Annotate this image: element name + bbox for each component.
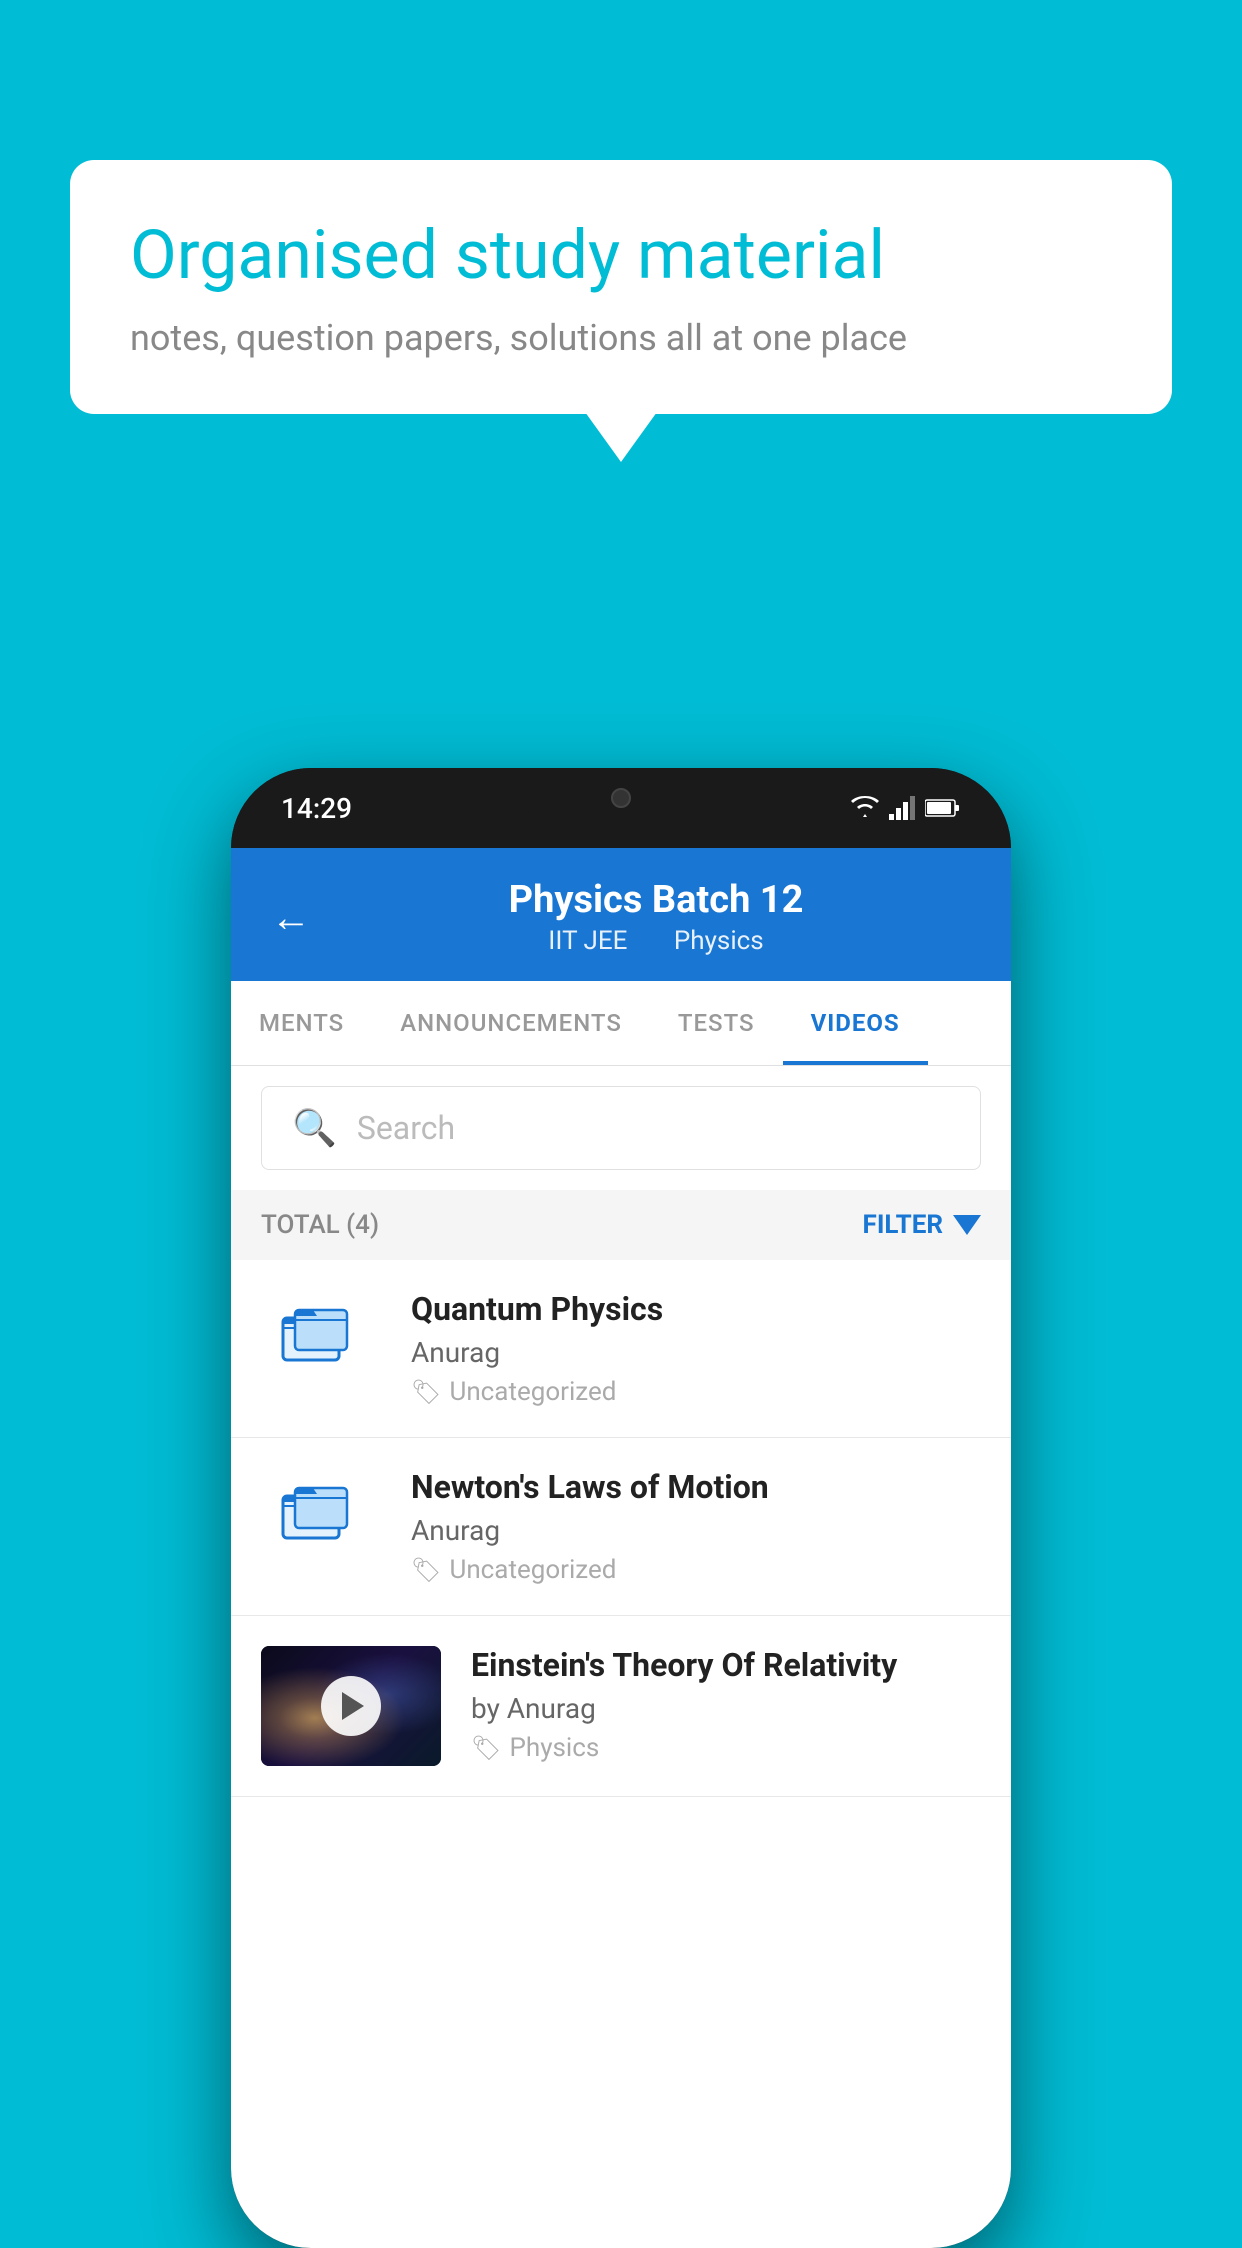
- header-subtitle: IIT JEE Physics: [341, 926, 971, 956]
- filter-bar: TOTAL (4) FILTER: [231, 1190, 1011, 1260]
- play-button-icon[interactable]: [321, 1676, 381, 1736]
- phone-container: 14:29: [231, 768, 1011, 2248]
- back-button[interactable]: ←: [271, 894, 311, 941]
- play-triangle: [342, 1692, 364, 1720]
- filter-funnel-icon: [953, 1215, 981, 1235]
- tag-icon: 🏷: [471, 1734, 501, 1762]
- speech-bubble: Organised study material notes, question…: [70, 160, 1172, 414]
- battery-icon: [925, 798, 961, 818]
- video-item-info: Quantum Physics Anurag 🏷 Uncategorized: [411, 1290, 981, 1407]
- status-icons: [849, 796, 961, 820]
- video-thumbnail-einstein: [261, 1646, 441, 1766]
- tab-ments[interactable]: MENTS: [231, 981, 372, 1065]
- front-camera: [611, 788, 631, 808]
- folder-icon-newton: [261, 1468, 381, 1558]
- search-icon: 🔍: [292, 1107, 337, 1149]
- video-title: Quantum Physics: [411, 1290, 981, 1328]
- bubble-subtitle: notes, question papers, solutions all at…: [130, 317, 1112, 359]
- filter-button[interactable]: FILTER: [863, 1210, 981, 1240]
- video-tag: 🏷 Physics: [471, 1733, 981, 1763]
- header-subtitle-part1: IIT JEE: [548, 926, 627, 956]
- tab-tests[interactable]: TESTS: [650, 981, 783, 1065]
- bubble-title: Organised study material: [130, 215, 1112, 297]
- total-count: TOTAL (4): [261, 1210, 379, 1240]
- tab-announcements[interactable]: ANNOUNCEMENTS: [372, 981, 650, 1065]
- search-bar[interactable]: 🔍 Search: [261, 1086, 981, 1170]
- status-bar: 14:29: [231, 768, 1011, 848]
- list-item[interactable]: Newton's Laws of Motion Anurag 🏷 Uncateg…: [231, 1438, 1011, 1616]
- video-author: Anurag: [411, 1336, 981, 1369]
- video-author: Anurag: [411, 1514, 981, 1547]
- video-author: by Anurag: [471, 1692, 981, 1725]
- notch: [521, 768, 721, 828]
- video-tag: 🏷 Uncategorized: [411, 1377, 981, 1407]
- video-title: Einstein's Theory Of Relativity: [471, 1646, 981, 1684]
- speech-bubble-container: Organised study material notes, question…: [70, 160, 1172, 414]
- search-placeholder: Search: [357, 1109, 455, 1147]
- wifi-icon: [849, 796, 881, 820]
- signal-icon: [889, 796, 917, 820]
- video-item-info: Newton's Laws of Motion Anurag 🏷 Uncateg…: [411, 1468, 981, 1585]
- folder-icon-quantum: [261, 1290, 381, 1380]
- tag-icon: 🏷: [411, 1556, 441, 1584]
- video-tag: 🏷 Uncategorized: [411, 1555, 981, 1585]
- header-title-section: Physics Batch 12 IIT JEE Physics: [341, 878, 971, 956]
- phone-frame: 14:29: [231, 768, 1011, 2248]
- video-list: Quantum Physics Anurag 🏷 Uncategorized: [231, 1260, 1011, 1797]
- phone-screen: ← Physics Batch 12 IIT JEE Physics MENTS…: [231, 848, 1011, 2248]
- header-subtitle-part2: Physics: [674, 926, 764, 956]
- tab-videos[interactable]: VIDEOS: [783, 981, 928, 1065]
- search-container: 🔍 Search: [231, 1066, 1011, 1190]
- video-item-info: Einstein's Theory Of Relativity by Anura…: [471, 1646, 981, 1763]
- tabs-container: MENTS ANNOUNCEMENTS TESTS VIDEOS: [231, 981, 1011, 1066]
- status-time: 14:29: [281, 792, 352, 825]
- list-item[interactable]: Einstein's Theory Of Relativity by Anura…: [231, 1616, 1011, 1797]
- list-item[interactable]: Quantum Physics Anurag 🏷 Uncategorized: [231, 1260, 1011, 1438]
- video-title: Newton's Laws of Motion: [411, 1468, 981, 1506]
- app-header: ← Physics Batch 12 IIT JEE Physics: [231, 848, 1011, 981]
- tag-icon: 🏷: [411, 1378, 441, 1406]
- header-title: Physics Batch 12: [341, 878, 971, 922]
